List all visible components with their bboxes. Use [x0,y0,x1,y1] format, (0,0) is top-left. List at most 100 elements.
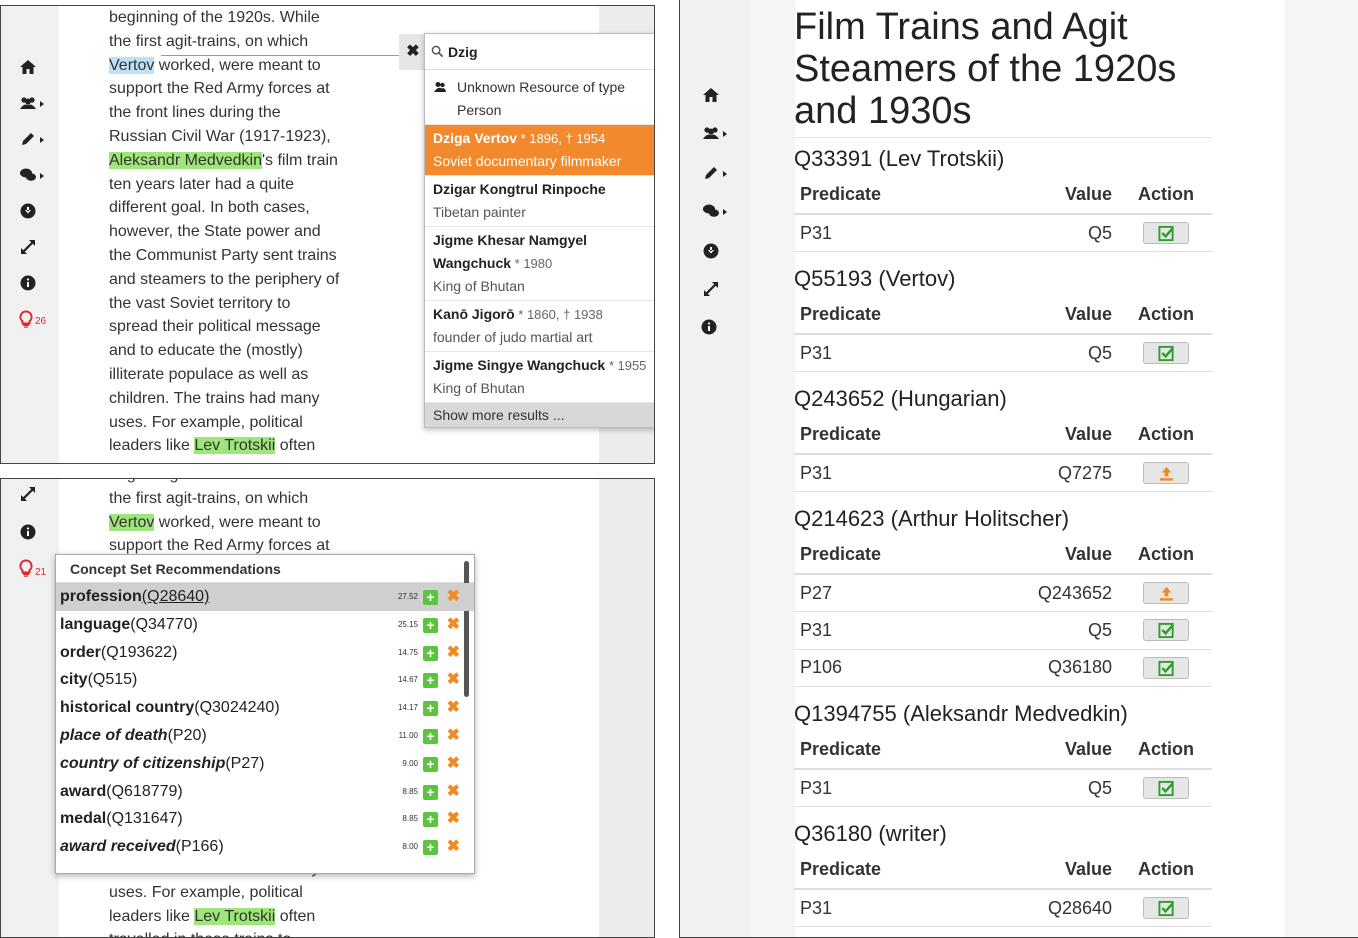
unknown-resource-option[interactable]: Unknown Resource of type Person [425,70,654,125]
concept-id[interactable]: (Q3024240) [194,699,279,716]
close-autocomplete-button[interactable]: ✖ [399,34,427,70]
autocomplete-option[interactable]: Dzigar Kongtrul Rinpoche Tibetan painter [425,176,654,227]
concept-id[interactable]: (Q34770) [130,616,198,633]
autocomplete-option[interactable]: Kanō Jigorō * 1860, † 1938 founder of ju… [425,301,654,352]
accept-button[interactable] [1143,619,1189,642]
annotation-vertov[interactable]: Vertov [109,56,155,74]
document-text: beginning of the 1920s. While the first … [109,6,409,458]
add-concept-button[interactable]: + [423,673,438,689]
recommendation-row[interactable]: order(Q193622) 14.75 + ✖ [56,639,474,667]
home-icon[interactable] [702,86,732,106]
home-icon[interactable] [19,58,49,78]
concept-id[interactable]: (Q131647) [106,810,183,827]
reject-concept-button[interactable]: ✖ [447,666,460,694]
accept-button[interactable] [1143,897,1189,920]
upload-button[interactable] [1143,582,1189,605]
recommendation-row[interactable]: place of death(P20) 11.00 + ✖ [56,722,474,750]
annotation-trotskii[interactable]: Lev Trotskii [194,907,276,925]
annotation-vertov[interactable]: Vertov [109,513,155,531]
recommendation-row[interactable]: country of citizenship(P27) 9.00 + ✖ [56,750,474,778]
recommendation-row[interactable]: historical country(Q3024240) 14.17 + ✖ [56,694,474,722]
annotation-medvedkin[interactable]: Aleksandr Medvedkin [109,151,262,169]
text-line: Vertov worked, were meant to [109,56,321,74]
reject-concept-button[interactable]: ✖ [447,833,460,861]
pencil-icon[interactable] [19,130,49,150]
reject-concept-button[interactable]: ✖ [447,805,460,833]
add-concept-button[interactable]: + [423,812,438,828]
add-concept-button[interactable]: + [423,728,438,744]
statement-row: P31 Q5 [794,769,1212,807]
upload-icon [1158,465,1175,482]
concept-id[interactable]: (Q28640) [142,588,210,605]
concept-id[interactable]: (Q618779) [106,783,183,800]
sidebar: 26 [1,6,59,463]
add-concept-button[interactable]: + [423,645,438,661]
add-concept-button[interactable]: + [423,701,438,717]
autocomplete-search[interactable]: Dzig [425,34,654,70]
autocomplete-option[interactable]: Jigme Singye Wangchuck * 1955 King of Bh… [425,352,654,403]
concept-id[interactable]: (P166) [176,838,224,855]
predicate-cell: P31 [794,889,973,927]
recommendation-row[interactable]: award received(P166) 8.00 + ✖ [56,833,474,861]
reject-concept-button[interactable]: ✖ [447,583,460,611]
concept-score: 14.75 [397,647,418,657]
recommendation-row[interactable]: award(Q618779) 8.85 + ✖ [56,778,474,806]
reject-concept-button[interactable]: ✖ [447,750,460,778]
accept-button[interactable] [1143,342,1189,365]
autocomplete-option[interactable]: Dziga Vertov * 1896, † 1954 Soviet docum… [425,125,654,176]
statement-row: P31 Q5 [794,334,1212,372]
users-icon[interactable] [19,94,49,114]
predicate-header: Predicate [794,851,973,890]
predicate-cell: P31 [794,454,985,492]
pencil-icon[interactable] [702,164,732,184]
action-header: Action [1120,296,1212,335]
reject-concept-button[interactable]: ✖ [447,639,460,667]
reject-concept-button[interactable]: ✖ [447,611,460,639]
expand-icon[interactable] [19,238,49,258]
statement-row: P27 Q243652 [794,574,1212,612]
add-concept-button[interactable]: + [423,617,438,633]
info-icon[interactable] [700,318,730,338]
recommendation-row[interactable]: profession(Q28640) 27.52 + ✖ [56,583,474,611]
recommendation-row[interactable]: medal(Q131647) 8.85 + ✖ [56,805,474,833]
connector-line [161,55,401,56]
reject-concept-button[interactable]: ✖ [447,778,460,806]
add-concept-button[interactable]: + [423,784,438,800]
expand-icon[interactable] [702,280,732,300]
upload-button[interactable] [1143,462,1189,485]
download-icon[interactable] [702,242,732,262]
person-icon [433,76,457,122]
annotation-trotskii[interactable]: Lev Trotskii [194,437,276,455]
accept-button[interactable] [1143,656,1189,679]
concept-id[interactable]: (P27) [225,755,264,772]
comments-icon[interactable] [702,202,732,222]
reject-concept-button[interactable]: ✖ [447,722,460,750]
concept-id[interactable]: (Q515) [88,671,138,688]
concept-id[interactable]: (P20) [168,727,207,744]
users-icon[interactable] [702,124,732,144]
text-line: different goal. In both cases, [109,199,310,217]
add-concept-button[interactable]: + [423,756,438,772]
predicate-cell: P31 [794,334,994,372]
autocomplete-option[interactable]: Jigme Khesar Namgyel Wangchuck * 1980 Ki… [425,227,654,301]
accept-button[interactable] [1143,777,1189,800]
accept-button[interactable] [1143,222,1189,245]
expand-icon[interactable] [19,485,49,505]
concept-score: 14.67 [397,675,418,685]
add-concept-button[interactable]: + [423,840,438,856]
recommendation-row[interactable]: language(Q34770) 25.15 + ✖ [56,611,474,639]
sidebar [680,0,750,937]
text-line: the front lines during the [109,104,281,122]
comments-icon[interactable] [19,166,49,186]
text-line: leaders like Lev Trotskii often [109,907,316,925]
text-line: the vast Soviet territory to [109,294,291,312]
show-more-results-link[interactable]: Show more results ... [425,403,654,427]
concept-id[interactable]: (Q193622) [101,644,178,661]
add-concept-button[interactable]: + [423,590,438,605]
recommendation-row[interactable]: city(Q515) 14.67 + ✖ [56,666,474,694]
info-icon[interactable] [19,523,49,543]
download-icon[interactable] [19,202,49,222]
info-icon[interactable] [19,274,49,294]
reject-concept-button[interactable]: ✖ [447,694,460,722]
concept-label: language [60,615,131,633]
